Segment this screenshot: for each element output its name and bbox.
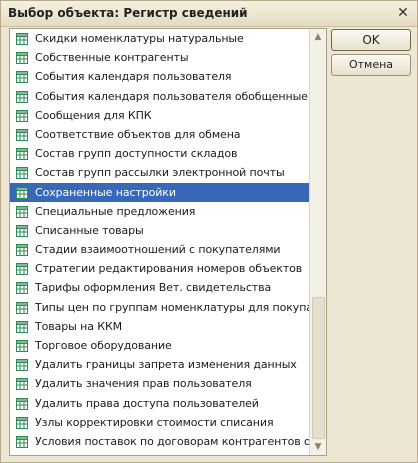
list-item-label: Условия поставок по договорам контрагент… (35, 434, 327, 448)
list-item-label: Соответствие объектов для обмена (35, 127, 241, 141)
window-title: Выбор объекта: Регистр сведений (8, 6, 248, 20)
list-rows: Скидки номенклатуры натуральные Собственн… (10, 29, 326, 455)
register-table-icon (16, 454, 28, 455)
scroll-thumb[interactable] (312, 297, 325, 439)
cancel-button[interactable]: Отмена (331, 54, 411, 76)
register-table-icon (16, 435, 28, 448)
list-item-label: Стадии взаимоотношений с покупателями (35, 243, 281, 257)
list-item[interactable]: События календаря пользователя (10, 67, 309, 86)
scroll-up-icon[interactable]: ▲ (310, 29, 326, 45)
register-table-icon (16, 224, 28, 237)
register-table-icon (16, 166, 28, 180)
list-item[interactable]: Тарифы оформления Вет. свидетельства (10, 278, 309, 297)
register-table-icon (16, 243, 28, 257)
list-item[interactable]: Собственные контрагенты (10, 48, 309, 67)
dialog-window: Выбор объекта: Регистр сведений ✕ Скидки… (0, 0, 418, 463)
scroll-down-icon[interactable]: ▼ (310, 439, 326, 455)
list-item-label: События календаря пользователя (35, 70, 232, 84)
register-table-icon (16, 70, 28, 84)
list-item-label: Удалить права доступа пользователей (35, 396, 259, 410)
list-item[interactable]: Стадии взаимоотношений с покупателями (10, 240, 309, 259)
list-item[interactable]: Узлы корректировки стоимости списания (10, 413, 309, 432)
list-item[interactable]: Списанные товары (10, 221, 309, 240)
list-item[interactable]: Специальные предложения (10, 202, 309, 221)
list-item-label: Состав групп доступности складов (35, 147, 238, 161)
list-item-label: Собственные контрагенты (35, 51, 189, 65)
register-table-icon (16, 416, 28, 429)
list-item-label: Стратегии редактирования номеров объекто… (35, 262, 303, 276)
register-table-icon (16, 205, 28, 218)
register-table-icon (16, 358, 28, 372)
list-item[interactable]: Торговое оборудование (10, 336, 309, 355)
register-table-icon (16, 397, 28, 410)
ok-button[interactable]: OK (331, 29, 411, 51)
list-item[interactable]: Удалить права доступа пользователей (10, 394, 309, 413)
list-item-label: Сохраненные настройки (35, 185, 176, 199)
list-item[interactable]: Стратегии редактирования номеров объекто… (10, 259, 309, 278)
list-item[interactable]: Соответствие объектов для обмена (10, 125, 309, 144)
register-table-icon (16, 186, 28, 199)
list-item[interactable]: Сообщения для КПК (10, 106, 309, 125)
title-bar[interactable]: Выбор объекта: Регистр сведений ✕ (1, 1, 417, 27)
list-item-label: Узлы корректировки стоимости списания (35, 415, 274, 429)
list-item[interactable]: Состав групп доступности складов (10, 144, 309, 163)
close-icon[interactable]: ✕ (395, 5, 411, 21)
list-item-label: Товары на ККМ (35, 319, 123, 333)
list-item-label: Состав групп рассылки электронной почты (35, 166, 285, 180)
list-item[interactable]: Сохраненные настройки (10, 182, 309, 202)
register-table-icon (16, 320, 28, 333)
list-item-label: Списанные товары (35, 223, 144, 237)
list-item-label: Типы цен по группам номенклатуры для пок… (35, 300, 327, 314)
list-item[interactable] (10, 451, 309, 455)
register-table-icon (16, 109, 28, 122)
list-item-label: Удалить значения прав пользователя (35, 377, 252, 391)
list-item[interactable]: Удалить значения прав пользователя (10, 374, 309, 393)
list-item[interactable]: Удалить границы запрета изменения данных (10, 355, 309, 374)
register-table-icon (16, 128, 28, 141)
register-table-icon (16, 301, 28, 314)
register-table-icon (16, 262, 28, 276)
vertical-scrollbar[interactable]: ▲ ▼ (309, 29, 326, 455)
list-item[interactable]: Скидки номенклатуры натуральные (10, 29, 309, 48)
list-item-label: Удалить границы запрета изменения данных (35, 358, 297, 372)
register-table-icon (16, 339, 28, 352)
list-item-label: Специальные предложения (35, 204, 196, 218)
register-table-icon (16, 281, 28, 295)
list-item[interactable]: Условия поставок по договорам контрагент… (10, 432, 326, 451)
list-item[interactable]: Состав групп рассылки электронной почты (10, 163, 309, 182)
register-table-icon (16, 32, 28, 45)
list-item[interactable]: События календаря пользователя обобщенны… (10, 87, 309, 106)
register-table-icon (16, 90, 28, 103)
list-item-label: Тарифы оформления Вет. свидетельства (35, 281, 272, 295)
register-table-icon (16, 147, 28, 161)
list-item-label: Торговое оборудование (35, 339, 172, 352)
register-table-icon (16, 51, 28, 65)
list-item-label: События календаря пользователя обобщенны… (35, 89, 308, 103)
list-item[interactable]: Товары на ККМ (10, 317, 309, 336)
register-table-icon (16, 377, 28, 391)
list-item-label: Сообщения для КПК (35, 108, 152, 122)
list-item[interactable]: Типы цен по группам номенклатуры для пок… (10, 298, 326, 317)
list-item-label: Скидки номенклатуры натуральные (35, 32, 244, 45)
object-list[interactable]: Скидки номенклатуры натуральные Собственн… (9, 28, 327, 456)
